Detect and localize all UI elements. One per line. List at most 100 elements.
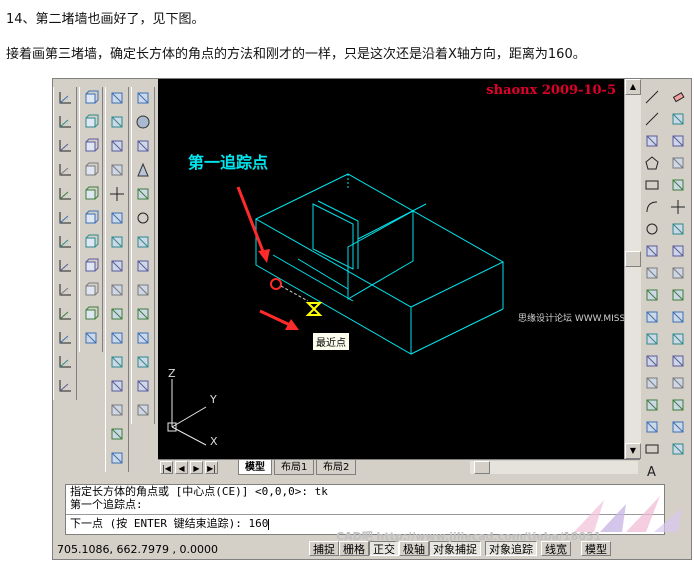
check-icon[interactable] xyxy=(107,448,127,468)
ucs-origin-icon[interactable] xyxy=(55,232,75,252)
first-tab-button[interactable]: |◀ xyxy=(160,461,173,474)
ucs-world-icon[interactable] xyxy=(55,112,75,132)
mirror-icon[interactable] xyxy=(668,131,688,151)
erase-icon[interactable] xyxy=(668,87,688,107)
shell-icon[interactable] xyxy=(107,424,127,444)
move-icon[interactable] xyxy=(668,197,688,217)
insert-block-icon[interactable] xyxy=(642,329,662,349)
trim-icon[interactable] xyxy=(668,285,688,305)
extend-icon[interactable] xyxy=(668,307,688,327)
make-block-icon[interactable] xyxy=(642,351,662,371)
slice-icon[interactable] xyxy=(133,280,153,300)
break-icon[interactable] xyxy=(668,351,688,371)
region-icon[interactable] xyxy=(642,417,662,437)
circle-icon[interactable] xyxy=(642,219,662,239)
copy-faces-icon[interactable] xyxy=(107,304,127,324)
last-tab-button[interactable]: ▶| xyxy=(205,461,218,474)
extrude-icon[interactable] xyxy=(133,232,153,252)
cylinder-icon[interactable] xyxy=(133,136,153,156)
union-icon[interactable] xyxy=(107,88,127,108)
drawing-viewport[interactable]: shaonx 2009-10-5 第一追踪点 最近点 思缘设计论坛 WWW.MI… xyxy=(158,79,674,459)
vertical-scrollbar[interactable]: ▲ ▼ xyxy=(624,79,641,459)
ucs-z-icon[interactable] xyxy=(55,352,75,372)
horizontal-scrollbar[interactable] xyxy=(470,461,638,474)
section-icon[interactable] xyxy=(133,304,153,324)
array-icon[interactable] xyxy=(668,175,688,195)
setup-profile-icon[interactable] xyxy=(133,400,153,420)
intersect-icon[interactable] xyxy=(107,136,127,156)
rotate-icon[interactable] xyxy=(668,219,688,239)
table-icon[interactable] xyxy=(642,439,662,459)
rectangle-icon[interactable] xyxy=(642,175,662,195)
scroll-up-button[interactable]: ▲ xyxy=(625,79,641,95)
stretch-icon[interactable] xyxy=(668,263,688,283)
torus-icon[interactable] xyxy=(133,208,153,228)
hatch-icon[interactable] xyxy=(642,395,662,415)
ucs-zaxis-icon[interactable] xyxy=(55,256,75,276)
taper-faces-icon[interactable] xyxy=(107,280,127,300)
copy-icon[interactable] xyxy=(668,109,688,129)
construction-line-icon[interactable] xyxy=(642,109,662,129)
arc-icon[interactable] xyxy=(642,197,662,217)
ucs-3point-icon[interactable] xyxy=(55,280,75,300)
line-icon[interactable] xyxy=(642,87,662,107)
point-icon[interactable] xyxy=(642,373,662,393)
box-icon[interactable] xyxy=(133,88,153,108)
ucs-y-icon[interactable] xyxy=(55,328,75,348)
view-right-icon[interactable] xyxy=(81,160,101,180)
layout-tab[interactable]: 模型 xyxy=(238,460,272,475)
view-front-icon[interactable] xyxy=(81,184,101,204)
delete-faces-icon[interactable] xyxy=(107,232,127,252)
spline-icon[interactable] xyxy=(642,263,662,283)
polyline-icon[interactable] xyxy=(642,131,662,151)
move-faces-icon[interactable] xyxy=(107,184,127,204)
offset-faces-icon[interactable] xyxy=(107,208,127,228)
color-faces-icon[interactable] xyxy=(107,328,127,348)
revision-cloud-icon[interactable] xyxy=(642,241,662,261)
break-point-icon[interactable] xyxy=(668,329,688,349)
horizontal-scroll-thumb[interactable] xyxy=(474,461,490,474)
interfere-icon[interactable] xyxy=(133,328,153,348)
explode-icon[interactable] xyxy=(668,439,688,459)
rotate-faces-icon[interactable] xyxy=(107,256,127,276)
chamfer-icon[interactable] xyxy=(668,395,688,415)
iso-ne-icon[interactable] xyxy=(81,280,101,300)
separate-icon[interactable] xyxy=(107,400,127,420)
ellipse-arc-icon[interactable] xyxy=(642,307,662,327)
scroll-down-button[interactable]: ▼ xyxy=(625,443,641,459)
ucs-object-icon[interactable] xyxy=(55,160,75,180)
ellipse-icon[interactable] xyxy=(642,285,662,305)
iso-se-icon[interactable] xyxy=(81,256,101,276)
polygon-icon[interactable] xyxy=(642,153,662,173)
snap-toggle[interactable]: 捕捉 xyxy=(309,541,339,556)
camera-icon[interactable] xyxy=(81,328,101,348)
ucs-face-icon[interactable] xyxy=(55,184,75,204)
setup-drawing-icon[interactable] xyxy=(133,352,153,372)
view-top-icon[interactable] xyxy=(81,88,101,108)
iso-nw-icon[interactable] xyxy=(81,304,101,324)
view-bottom-icon[interactable] xyxy=(81,112,101,132)
sphere-icon[interactable] xyxy=(133,112,153,132)
ucs-x-icon[interactable] xyxy=(55,304,75,324)
view-back-icon[interactable] xyxy=(81,208,101,228)
subtract-icon[interactable] xyxy=(107,112,127,132)
vertical-scroll-thumb[interactable] xyxy=(625,251,641,267)
wedge-icon[interactable] xyxy=(133,184,153,204)
join-icon[interactable] xyxy=(668,373,688,393)
ucs-icon[interactable] xyxy=(55,88,75,108)
iso-sw-icon[interactable] xyxy=(81,232,101,252)
multiline-text-icon[interactable]: A xyxy=(642,461,662,481)
imprint-icon[interactable] xyxy=(107,352,127,372)
layout-tab[interactable]: 布局2 xyxy=(316,460,357,475)
ucs-prev-icon[interactable] xyxy=(55,136,75,156)
scale-icon[interactable] xyxy=(668,241,688,261)
ucs-view-icon[interactable] xyxy=(55,208,75,228)
revolve-icon[interactable] xyxy=(133,256,153,276)
cone-icon[interactable] xyxy=(133,160,153,180)
clean-icon[interactable] xyxy=(107,376,127,396)
ucs-apply-icon[interactable] xyxy=(55,376,75,396)
next-tab-button[interactable]: ▶ xyxy=(190,461,203,474)
setup-view-icon[interactable] xyxy=(133,376,153,396)
view-left-icon[interactable] xyxy=(81,136,101,156)
layout-tab[interactable]: 布局1 xyxy=(274,460,315,475)
